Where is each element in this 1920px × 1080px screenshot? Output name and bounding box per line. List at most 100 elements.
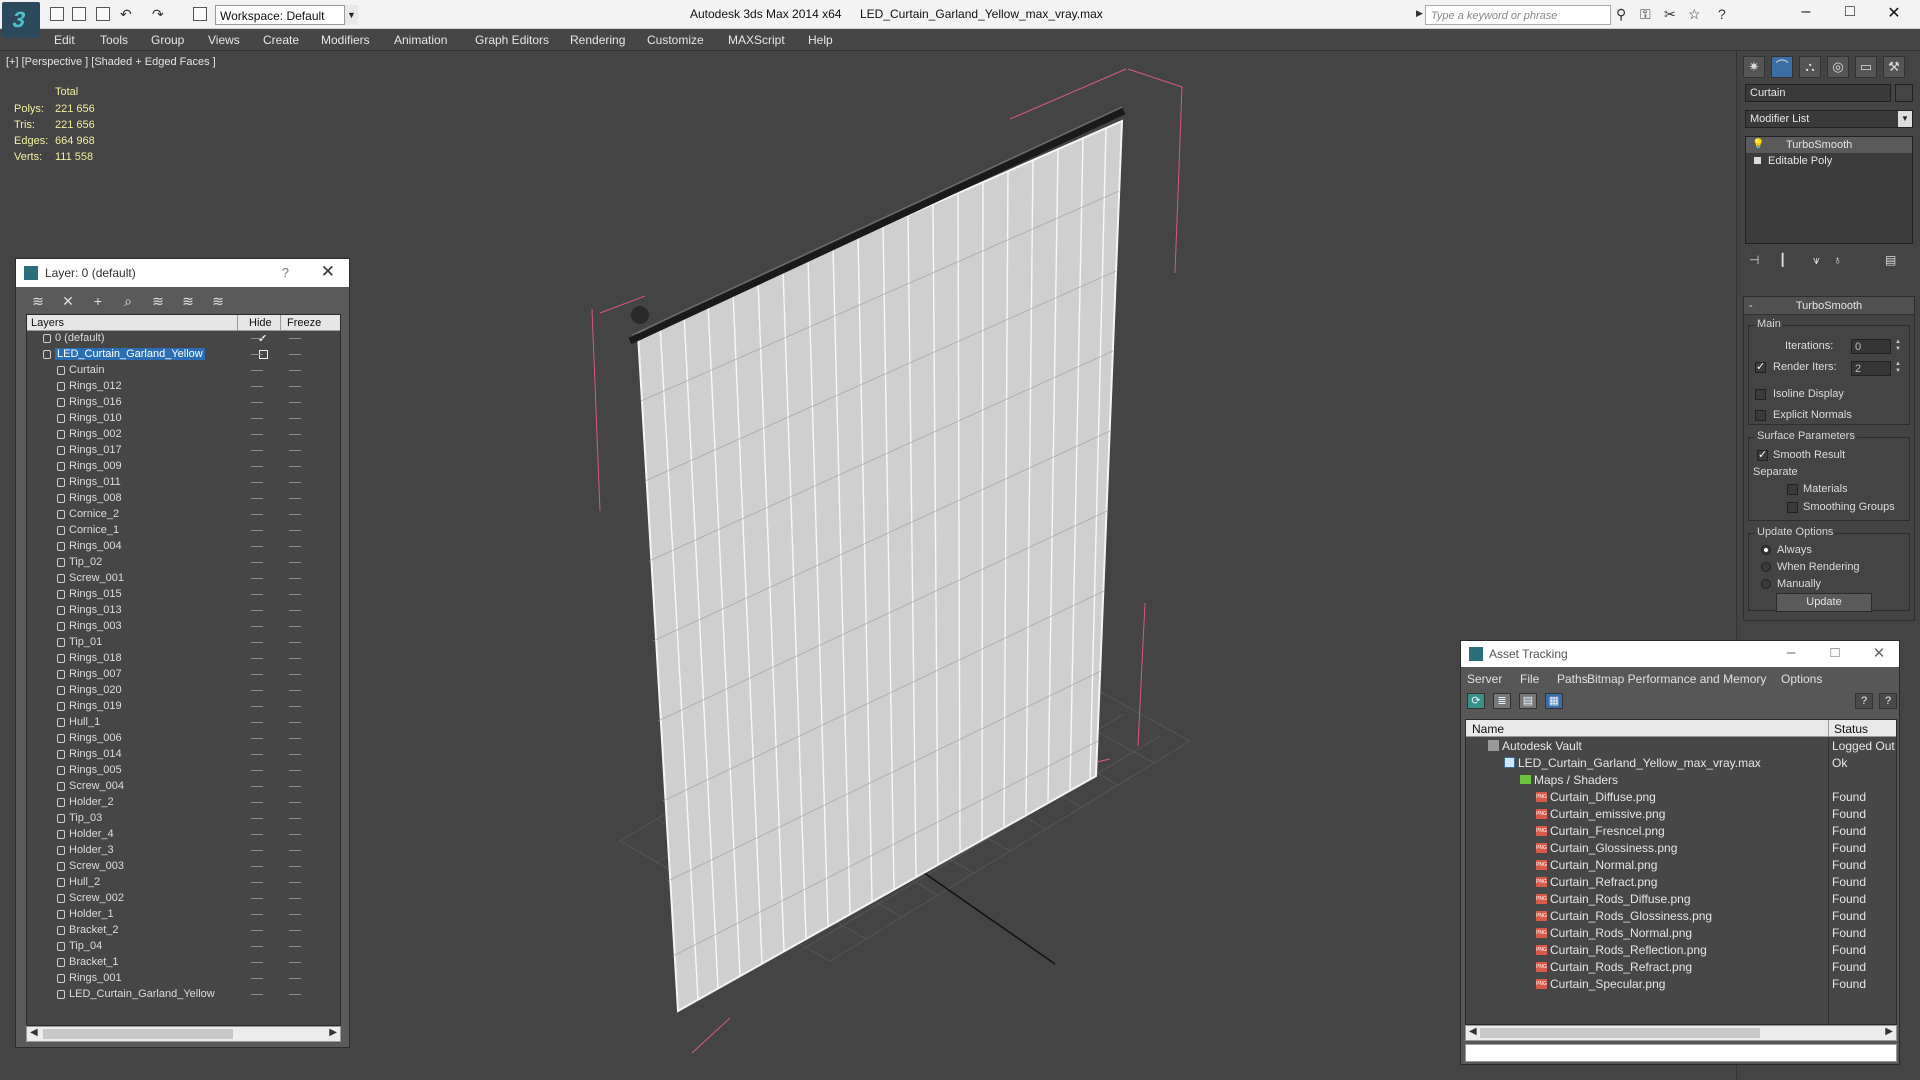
motion-tab-icon[interactable]: ◎ <box>1827 56 1849 78</box>
hide-toggle[interactable] <box>251 914 263 915</box>
layer-row[interactable]: Rings_013 <box>27 603 340 619</box>
layer-row[interactable]: Curtain <box>27 363 340 379</box>
freeze-toggle[interactable] <box>289 674 301 675</box>
always-radio[interactable] <box>1761 545 1771 555</box>
layer-row[interactable]: Holder_2 <box>27 795 340 811</box>
undo-icon[interactable]: ↶ <box>120 6 132 23</box>
render-iters-spinner[interactable]: 2 <box>1851 361 1891 376</box>
freeze-toggle[interactable] <box>289 546 301 547</box>
freeze-toggle[interactable] <box>289 994 301 995</box>
freeze-toggle[interactable] <box>289 930 301 931</box>
smoothing-groups-checkbox[interactable] <box>1787 502 1798 513</box>
layer-name[interactable]: Rings_016 <box>69 396 122 408</box>
layer-row[interactable]: Screw_003 <box>27 859 340 875</box>
layer-name[interactable]: Screw_004 <box>69 780 124 792</box>
scrollbar-thumb[interactable] <box>1480 1028 1760 1038</box>
layer-name[interactable]: Rings_002 <box>69 428 122 440</box>
freeze-toggle[interactable] <box>289 578 301 579</box>
freeze-toggle[interactable] <box>289 658 301 659</box>
utilities-tab-icon[interactable]: ⚒ <box>1883 56 1905 78</box>
hide-all-icon[interactable]: ≋ <box>180 293 196 309</box>
search-input[interactable]: Type a keyword or phrase <box>1425 5 1611 25</box>
layer-name[interactable]: Rings_013 <box>69 604 122 616</box>
hide-toggle[interactable] <box>251 626 263 627</box>
menu-animation[interactable]: Animation <box>394 33 447 47</box>
layer-row[interactable]: LED_Curtain_Garland_Yellow <box>27 987 340 1003</box>
asset-row[interactable]: LED_Curtain_Garland_Yellow_max_vray.max O… <box>1466 754 1896 771</box>
asset-row[interactable]: PNG Curtain_Refract.png Found <box>1466 873 1896 890</box>
add-to-layer-icon[interactable]: + <box>90 293 106 309</box>
layer-name[interactable]: Cornice_2 <box>69 508 119 520</box>
freeze-toggle[interactable] <box>289 530 301 531</box>
close-icon[interactable]: ✕ <box>1874 3 1914 23</box>
layer-name[interactable]: Bracket_2 <box>69 924 119 936</box>
menu-rendering[interactable]: Rendering <box>570 33 625 47</box>
hide-toggle[interactable] <box>251 370 263 371</box>
asset-row[interactable]: PNG Curtain_Glossiness.png Found <box>1466 839 1896 856</box>
freeze-toggle[interactable] <box>289 818 301 819</box>
hide-toggle[interactable] <box>251 882 263 883</box>
layer-name[interactable]: Rings_004 <box>69 540 122 552</box>
tools-icon[interactable]: ✂ <box>1664 6 1676 23</box>
layer-row[interactable]: Rings_002 <box>27 427 340 443</box>
list-view-icon[interactable]: ≣ <box>1493 693 1511 709</box>
hide-toggle[interactable] <box>251 386 263 387</box>
freeze-toggle[interactable] <box>289 466 301 467</box>
detail-view-icon[interactable]: ▤ <box>1519 693 1537 709</box>
freeze-toggle[interactable] <box>289 866 301 867</box>
binoculars-icon[interactable]: ⚲ <box>1616 6 1626 23</box>
iterations-spinner[interactable]: 0 <box>1851 339 1891 354</box>
freeze-toggle[interactable] <box>289 706 301 707</box>
hide-toggle[interactable] <box>251 898 263 899</box>
freeze-toggle[interactable] <box>289 802 301 803</box>
table-view-icon[interactable]: ▦ <box>1545 693 1563 709</box>
layer-name[interactable]: Screw_003 <box>69 860 124 872</box>
hide-toggle[interactable] <box>251 690 263 691</box>
layer-row[interactable]: Bracket_2 <box>27 923 340 939</box>
when-rendering-radio[interactable] <box>1761 562 1771 572</box>
layer-row[interactable]: Rings_008 <box>27 491 340 507</box>
hide-toggle[interactable] <box>251 354 263 355</box>
manually-radio[interactable] <box>1761 579 1771 589</box>
layer-row[interactable]: Rings_020 <box>27 683 340 699</box>
layer-name[interactable]: Rings_015 <box>69 588 122 600</box>
hide-toggle[interactable] <box>251 818 263 819</box>
layer-row[interactable]: Rings_001 <box>27 971 340 987</box>
horizontal-scrollbar[interactable]: ◀ ▶ <box>26 1026 341 1042</box>
hide-toggle[interactable] <box>251 562 263 563</box>
hide-toggle[interactable] <box>251 418 263 419</box>
delete-layer-icon[interactable]: ✕ <box>60 293 76 309</box>
freeze-toggle[interactable] <box>289 642 301 643</box>
hide-toggle[interactable] <box>251 610 263 611</box>
freeze-toggle[interactable] <box>289 898 301 899</box>
freeze-toggle[interactable] <box>289 882 301 883</box>
layer-row[interactable]: Screw_002 <box>27 891 340 907</box>
layer-row[interactable]: LED_Curtain_Garland_Yellow <box>27 347 340 363</box>
hierarchy-tab-icon[interactable]: ⛬ <box>1799 56 1821 78</box>
freeze-toggle[interactable] <box>289 754 301 755</box>
hide-toggle[interactable] <box>251 930 263 931</box>
layer-row[interactable]: Rings_003 <box>27 619 340 635</box>
layer-row[interactable]: Hull_2 <box>27 875 340 891</box>
hide-toggle[interactable] <box>251 706 263 707</box>
menu-help[interactable]: Help <box>808 33 833 47</box>
layer-name[interactable]: LED_Curtain_Garland_Yellow <box>69 988 215 1000</box>
layer-row[interactable]: Rings_006 <box>27 731 340 747</box>
layer-name[interactable]: Rings_001 <box>69 972 122 984</box>
column-layers[interactable]: Layers <box>31 317 64 329</box>
open-file-icon[interactable] <box>72 7 86 21</box>
freeze-toggle[interactable] <box>289 946 301 947</box>
scroll-right-icon[interactable]: ▶ <box>1885 1026 1893 1037</box>
menu-group[interactable]: Group <box>151 33 184 47</box>
hide-toggle[interactable] <box>251 722 263 723</box>
freeze-toggle[interactable] <box>289 594 301 595</box>
layer-name[interactable]: Cornice_1 <box>69 524 119 536</box>
hide-toggle[interactable] <box>251 994 263 995</box>
asset-row[interactable]: Maps / Shaders <box>1466 771 1896 788</box>
help-icon[interactable]: ? <box>282 265 289 280</box>
asset-row[interactable]: PNG Curtain_emissive.png Found <box>1466 805 1896 822</box>
select-objects-icon[interactable]: ⌕ <box>120 293 136 309</box>
layer-row[interactable]: Holder_4 <box>27 827 340 843</box>
layer-row[interactable]: Rings_017 <box>27 443 340 459</box>
object-color-swatch[interactable] <box>1895 84 1913 102</box>
